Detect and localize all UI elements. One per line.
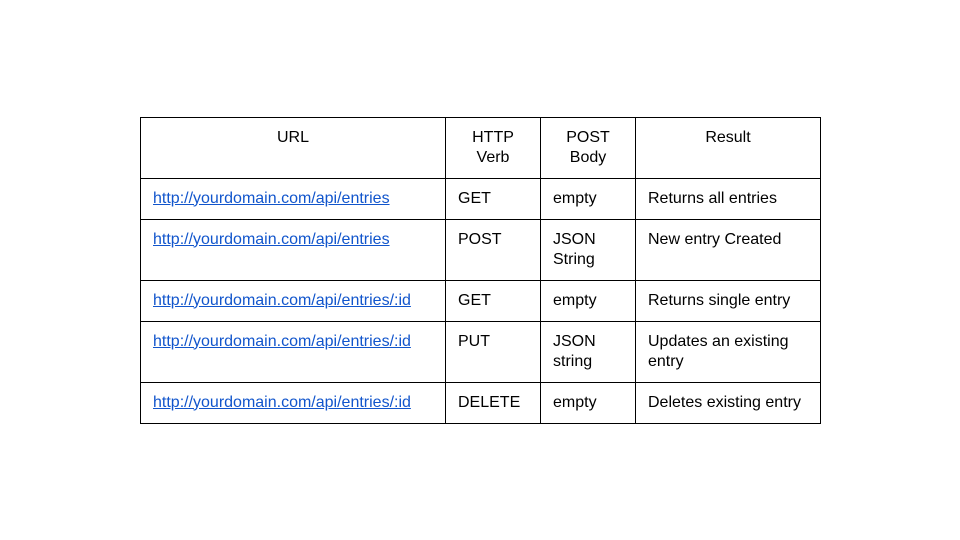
cell-url: http://yourdomain.com/api/entries (141, 219, 446, 280)
url-link[interactable]: http://yourdomain.com/api/entries/:id (153, 394, 411, 411)
api-endpoints-table: URL HTTP Verb POST Body Result http://yo… (140, 117, 821, 424)
url-link[interactable]: http://yourdomain.com/api/entries (153, 190, 390, 207)
table-row: http://yourdomain.com/api/entries/:id GE… (141, 280, 821, 321)
url-link[interactable]: http://yourdomain.com/api/entries/:id (153, 333, 411, 350)
cell-result: Updates an existing entry (636, 321, 821, 382)
col-header-url: URL (141, 117, 446, 178)
cell-result: Returns all entries (636, 178, 821, 219)
table-row: http://yourdomain.com/api/entries/:id PU… (141, 321, 821, 382)
cell-verb: PUT (446, 321, 541, 382)
url-link[interactable]: http://yourdomain.com/api/entries (153, 231, 390, 248)
cell-body: empty (541, 382, 636, 423)
cell-result: Deletes existing entry (636, 382, 821, 423)
table-header-row: URL HTTP Verb POST Body Result (141, 117, 821, 178)
url-link[interactable]: http://yourdomain.com/api/entries/:id (153, 292, 411, 309)
cell-verb: GET (446, 280, 541, 321)
cell-url: http://yourdomain.com/api/entries/:id (141, 382, 446, 423)
cell-body: JSON String (541, 219, 636, 280)
cell-url: http://yourdomain.com/api/entries/:id (141, 280, 446, 321)
cell-body: empty (541, 280, 636, 321)
cell-result: Returns single entry (636, 280, 821, 321)
cell-verb: DELETE (446, 382, 541, 423)
cell-body: empty (541, 178, 636, 219)
cell-result: New entry Created (636, 219, 821, 280)
cell-verb: GET (446, 178, 541, 219)
table-row: http://yourdomain.com/api/entries/:id DE… (141, 382, 821, 423)
col-header-body: POST Body (541, 117, 636, 178)
col-header-result: Result (636, 117, 821, 178)
cell-url: http://yourdomain.com/api/entries (141, 178, 446, 219)
cell-url: http://yourdomain.com/api/entries/:id (141, 321, 446, 382)
cell-verb: POST (446, 219, 541, 280)
api-endpoints-table-container: URL HTTP Verb POST Body Result http://yo… (140, 117, 820, 424)
cell-body: JSON string (541, 321, 636, 382)
col-header-verb: HTTP Verb (446, 117, 541, 178)
table-row: http://yourdomain.com/api/entries POST J… (141, 219, 821, 280)
table-row: http://yourdomain.com/api/entries GET em… (141, 178, 821, 219)
